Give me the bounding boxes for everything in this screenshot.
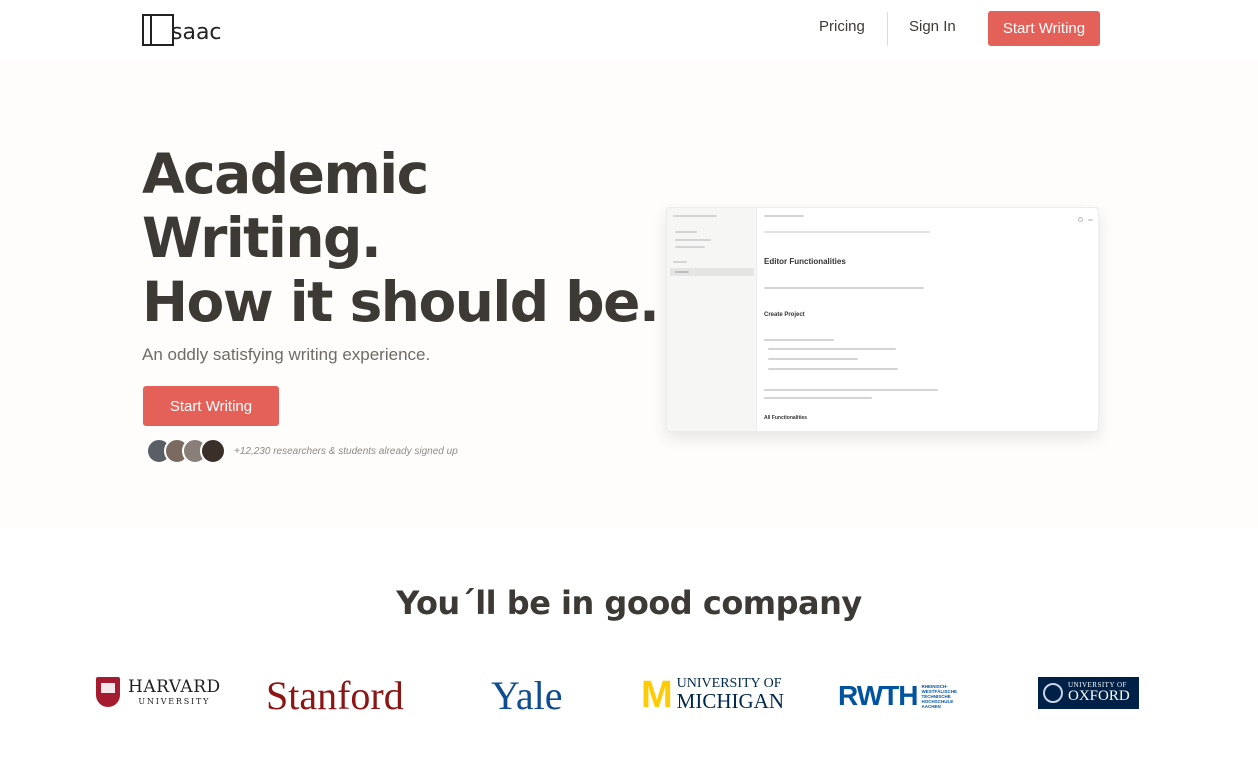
editor-sidebar <box>667 208 757 431</box>
logo-text: saac <box>171 20 222 45</box>
university-logos: HARVARD UNIVERSITY Stanford Yale M UNIVE… <box>0 660 1258 730</box>
stanford-logo: Stanford <box>266 673 404 718</box>
oxford-seal-icon <box>1043 683 1063 703</box>
rwth-line: HOCHSCHULE <box>921 698 954 704</box>
hero-title-line: Writing. <box>142 206 382 270</box>
hero-title-line: How it should be. <box>142 270 660 334</box>
rwth-line: AACHEN <box>921 703 941 709</box>
logo-mark-icon <box>142 14 174 46</box>
hero-title: Academic Writing. How it should be. <box>142 142 662 334</box>
hero-subtitle: An oddly satisfying writing experience. <box>142 345 431 364</box>
editor-content: Editor Functionalities Create Project Al… <box>764 208 1098 431</box>
nav-divider <box>887 12 888 46</box>
editor-preview-footer-item: All Functionalities <box>764 415 808 421</box>
michigan-logo: M UNIVERSITY OF MICHIGAN <box>641 673 784 716</box>
social-proof: +12,230 researchers & students already s… <box>146 438 458 464</box>
michigan-bottom: MICHIGAN <box>676 689 784 713</box>
rwth-logo: RWTH RHEINISCH- WESTFÄLISCHE TECHNISCHE … <box>838 680 957 712</box>
logo[interactable]: saac <box>142 12 222 46</box>
rwth-name: RWTH <box>838 680 918 711</box>
avatar <box>200 438 226 464</box>
oxford-bottom: OXFORD <box>1068 688 1130 704</box>
editor-preview-heading: Editor Functionalities <box>764 257 846 266</box>
rwth-line: WESTFÄLISCHE <box>921 688 957 694</box>
harvard-name: HARVARD <box>128 676 221 697</box>
hero-section: Academic Writing. How it should be. An o… <box>0 58 1258 528</box>
nav-pricing-link[interactable]: Pricing <box>819 18 865 35</box>
top-navbar: saac Pricing Sign In Start Writing <box>0 0 1258 58</box>
hero-start-writing-button[interactable]: Start Writing <box>143 386 279 426</box>
harvard-subname: UNIVERSITY <box>138 696 211 706</box>
nav-sign-in-link[interactable]: Sign In <box>909 18 956 35</box>
social-proof-text: +12,230 researchers & students already s… <box>234 445 458 457</box>
avatar-stack <box>146 438 226 464</box>
company-section-title: You´ll be in good company <box>396 584 862 622</box>
editor-preview-image: Editor Functionalities Create Project Al… <box>666 207 1099 432</box>
michigan-block-m: M <box>641 673 673 716</box>
harvard-shield-icon <box>96 677 120 707</box>
editor-preview-section: Create Project <box>764 312 805 318</box>
nav-start-writing-button[interactable]: Start Writing <box>988 11 1100 46</box>
yale-logo: Yale <box>491 673 563 718</box>
hero-title-line: Academic <box>142 142 429 206</box>
oxford-logo: UNIVERSITY OF OXFORD <box>1038 677 1139 709</box>
harvard-logo: HARVARD UNIVERSITY <box>96 677 221 707</box>
